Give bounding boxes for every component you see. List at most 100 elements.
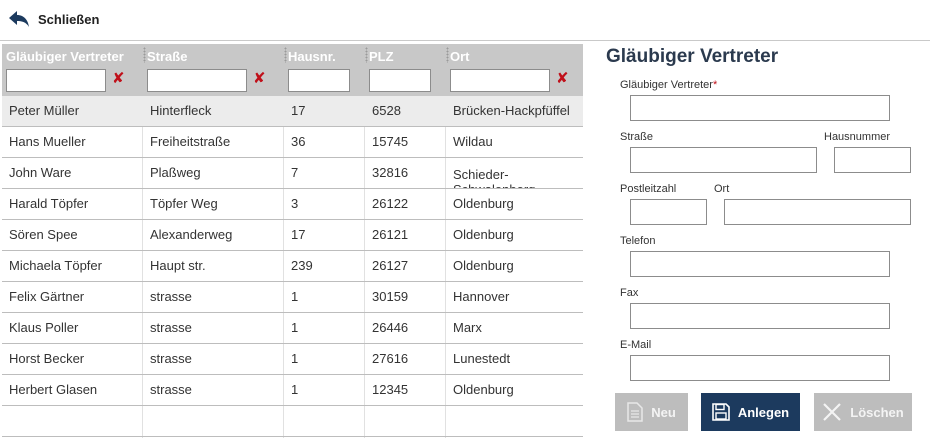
column-title: PLZ — [369, 49, 394, 64]
table-cell: strasse — [150, 351, 192, 366]
fax-label: Fax — [620, 287, 639, 299]
column-header-ort[interactable]: Ort ✘ — [446, 44, 583, 96]
filter-input-ort[interactable] — [450, 69, 550, 92]
clear-filter-icon[interactable]: ✘ — [112, 70, 125, 88]
hausnummer-label: Hausnummer — [824, 131, 891, 143]
table-cell: Oldenburg — [453, 382, 514, 397]
column-header-vertreter[interactable]: Gläubiger Vertreter ✘ — [2, 44, 143, 96]
strasse-label: Straße — [620, 131, 654, 143]
form-title: Gläubiger Vertreter — [606, 46, 779, 67]
table-cell: Wildau — [453, 134, 493, 149]
table-cell: 15745 — [372, 134, 409, 149]
filter-input-hausnr[interactable] — [288, 69, 350, 92]
table-row[interactable]: Michaela Töpfer Haupt str. 239 26127 Oldenbu… — [2, 251, 583, 282]
table-row[interactable]: Klaus Poller strasse 1 26446 Marx — [2, 313, 583, 344]
table-cell: 26127 — [372, 258, 409, 273]
telefon-label: Telefon — [620, 235, 656, 247]
new-button[interactable]: Neu — [615, 393, 688, 431]
table-cell: Marx — [453, 320, 482, 335]
representatives-grid: Gläubiger Vertreter ✘ Straße ✘ Hausnr. P… — [2, 44, 583, 438]
table-cell: 1 — [291, 320, 299, 335]
table-cell: Oldenburg — [453, 227, 514, 242]
column-resize-handle[interactable] — [365, 47, 368, 63]
required-marker: * — [712, 79, 718, 91]
column-resize-handle[interactable] — [284, 47, 287, 63]
table-cell: 12345 — [372, 382, 409, 397]
column-title: Gläubiger Vertreter — [6, 49, 124, 64]
fax-field[interactable] — [630, 303, 890, 329]
table-cell: 239 — [291, 258, 313, 273]
close-button[interactable]: Schließen — [8, 8, 99, 30]
table-cell: Schieder-Schwalenberg — [453, 167, 535, 188]
column-title: Hausnr. — [288, 49, 336, 64]
delete-button[interactable]: Löschen — [814, 393, 912, 431]
top-bar: Schließen — [0, 0, 930, 41]
close-label: Schließen — [38, 11, 100, 27]
email-field[interactable] — [630, 355, 890, 381]
table-row[interactable]: Felix Gärtner strasse 1 30159 Hannover — [2, 282, 583, 313]
table-row[interactable]: Peter Müller Hinterfleck 17 6528 Brücken-Hac… — [2, 96, 583, 127]
new-button-label: Neu — [651, 404, 676, 420]
table-cell: 3 — [291, 196, 299, 211]
hausnummer-field[interactable] — [834, 147, 911, 173]
table-cell: 26446 — [372, 320, 409, 335]
table-cell: Horst Becker — [9, 351, 85, 366]
column-title: Straße — [147, 49, 188, 64]
column-header-plz[interactable]: PLZ — [365, 44, 446, 96]
table-row[interactable]: Harald Töpfer Töpfer Weg 3 26122 Oldenburg — [2, 189, 583, 220]
column-resize-handle[interactable] — [143, 47, 146, 63]
clear-filter-icon[interactable]: ✘ — [253, 70, 266, 88]
table-row[interactable]: Sören Spee Alexanderweg 17 26121 Oldenburg — [2, 220, 583, 251]
table-cell: Haupt str. — [150, 258, 206, 273]
clear-filter-icon[interactable]: ✘ — [556, 70, 569, 88]
table-cell: Sören Spee — [9, 227, 78, 242]
table-cell: 17 — [291, 227, 306, 242]
create-button-label: Anlegen — [737, 404, 790, 420]
table-cell: 7 — [291, 165, 299, 180]
delete-button-label: Löschen — [850, 404, 904, 420]
table-cell: Harald Töpfer — [9, 196, 89, 211]
filter-input-vertreter[interactable] — [6, 69, 106, 92]
table-row[interactable]: Herbert Glasen strasse 1 12345 Oldenburg — [2, 375, 583, 406]
table-cell: strasse — [150, 320, 192, 335]
table-cell: 27616 — [372, 351, 409, 366]
close-x-icon — [823, 403, 842, 421]
create-button[interactable]: Anlegen — [701, 393, 800, 431]
table-cell: Michaela Töpfer — [9, 258, 102, 273]
table-cell: Lunestedt — [453, 351, 511, 366]
table-cell: strasse — [150, 382, 192, 397]
ort-label: Ort — [714, 183, 730, 195]
table-cell: 6528 — [372, 103, 401, 118]
grid-body: Peter Müller Hinterfleck 17 6528 Brücken-Hac… — [2, 96, 583, 438]
vertreter-label-text: Gläubiger Vertreter — [620, 79, 713, 91]
table-cell: Hannover — [453, 289, 510, 304]
strasse-field[interactable] — [630, 147, 817, 173]
table-cell: Felix Gärtner — [9, 289, 85, 304]
table-row[interactable]: John Ware Plaßweg 7 32816 Schieder-Schwalenb… — [2, 158, 583, 189]
table-cell: 32816 — [372, 165, 409, 180]
filter-input-plz[interactable] — [369, 69, 431, 92]
table-row[interactable]: Horst Becker strasse 1 27616 Lunestedt — [2, 344, 583, 375]
table-row[interactable]: Hans Mueller Freiheitstraße 36 15745 Wildau — [2, 127, 583, 158]
grid-header: Gläubiger Vertreter ✘ Straße ✘ Hausnr. P… — [2, 44, 583, 96]
table-cell: strasse — [150, 289, 192, 304]
telefon-field[interactable] — [630, 251, 890, 277]
table-cell: Oldenburg — [453, 196, 514, 211]
column-header-strasse[interactable]: Straße ✘ — [143, 44, 284, 96]
table-cell: Alexanderweg — [150, 227, 233, 242]
ort-field[interactable] — [724, 199, 911, 225]
filter-input-strasse[interactable] — [147, 69, 247, 92]
table-cell: Plaßweg — [150, 165, 201, 180]
table-cell: Hinterfleck — [150, 103, 212, 118]
table-cell: 36 — [291, 134, 306, 149]
column-header-hausnr[interactable]: Hausnr. — [284, 44, 365, 96]
table-cell: Klaus Poller — [9, 320, 79, 335]
vertreter-label: Gläubiger Vertreter* — [620, 79, 717, 91]
table-cell: 1 — [291, 351, 299, 366]
vertreter-field[interactable] — [630, 95, 890, 121]
column-resize-handle[interactable] — [446, 47, 449, 63]
empty-row — [2, 406, 583, 437]
table-cell: Peter Müller — [9, 103, 80, 118]
postleitzahl-label: Postleitzahl — [620, 183, 677, 195]
postleitzahl-field[interactable] — [630, 199, 707, 225]
